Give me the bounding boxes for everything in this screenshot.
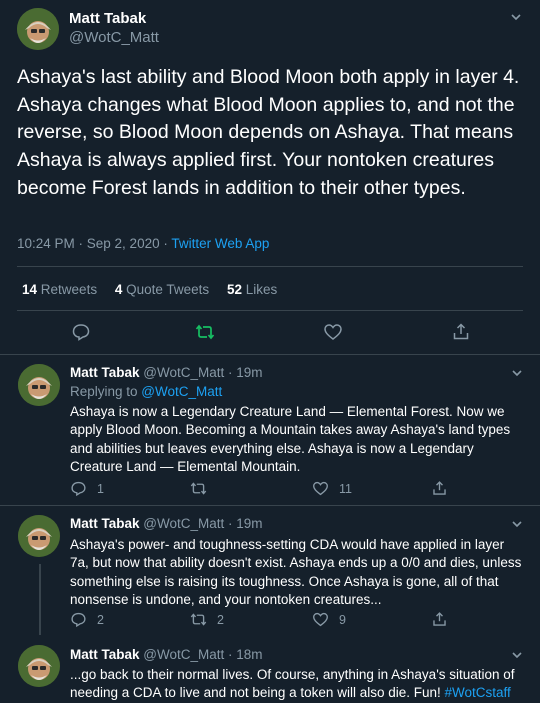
tweet-actions [0,322,540,344]
share-button[interactable] [431,480,458,497]
reply-icon [71,612,86,628]
author-handle[interactable]: @WotC_Matt [143,516,224,531]
reply-count: 1 [97,481,104,496]
like-count: 9 [339,612,346,627]
author-name[interactable]: Matt Tabak [70,365,140,380]
author-name[interactable]: Matt Tabak [69,10,146,27]
retweet-icon [190,482,207,495]
share-icon[interactable] [451,322,471,342]
tweet-age[interactable]: · 18m [224,647,263,662]
replying-to: Replying to @WotC_Matt [70,384,223,399]
author-handle[interactable]: @WotC_Matt [69,29,159,46]
reply-icon[interactable] [71,322,91,342]
author-handle[interactable]: @WotC_Matt [143,647,224,662]
tweet-source[interactable]: Twitter Web App [171,236,269,251]
chevron-down-icon[interactable] [510,648,524,662]
reply-text: Ashaya's power- and toughness-setting CD… [70,537,522,608]
hashtag-link[interactable]: #WotCstaff [445,685,511,700]
retweet-button[interactable]: 2 [190,611,224,628]
avatar[interactable] [18,364,60,406]
reply-tweet[interactable]: Matt Tabak @WotC_Matt · 18m ...go back t… [0,636,540,703]
retweets-stat[interactable]: 14 Retweets [22,282,97,297]
chevron-down-icon[interactable] [510,517,524,531]
likes-stat[interactable]: 52 Likes [227,282,277,297]
tweet-time[interactable]: 10:24 PM · Sep 2, 2020 · [17,236,171,251]
main-tweet: Matt Tabak @WotC_Matt Ashaya's last abil… [0,0,540,355]
author-handle[interactable]: @WotC_Matt [143,365,224,380]
like-icon [313,612,328,627]
reply-header: Matt Tabak @WotC_Matt · 19m [70,365,263,380]
reply-header: Matt Tabak @WotC_Matt · 19m [70,516,263,531]
tweet-age[interactable]: · 19m [224,365,263,380]
divider [17,266,523,267]
author-name[interactable]: Matt Tabak [70,647,140,662]
retweet-button[interactable] [190,480,217,497]
reply-icon [71,481,86,497]
chevron-down-icon[interactable] [509,10,523,24]
like-icon [313,481,328,496]
reply-text: ...go back to their normal lives. Of cou… [70,666,526,703]
reply-actions: 1 11 [70,480,470,498]
share-icon [433,481,446,495]
tweet-timestamp: 10:24 PM · Sep 2, 2020 · Twitter Web App [17,236,269,251]
replying-to-link[interactable]: @WotC_Matt [141,384,222,399]
reply-header: Matt Tabak @WotC_Matt · 18m [70,647,263,662]
reply-tweet[interactable]: Matt Tabak @WotC_Matt · 19m Replying to … [0,355,540,506]
reply-actions: 2 2 9 [70,611,470,629]
reply-button[interactable]: 2 [70,611,104,628]
divider [17,310,523,311]
like-icon[interactable] [323,322,343,342]
share-icon [433,612,446,626]
like-count: 11 [339,481,352,496]
reply-text: Ashaya is now a Legendary Creature Land … [70,404,511,475]
like-button[interactable]: 9 [312,611,346,628]
retweet-icon[interactable] [195,322,215,342]
tweet-age[interactable]: · 19m [224,516,263,531]
author-name[interactable]: Matt Tabak [70,516,140,531]
avatar[interactable] [17,8,59,50]
tweet-text: Ashaya's last ability and Blood Moon bot… [17,66,520,199]
avatar[interactable] [18,515,60,557]
thread-line [39,564,41,635]
like-button[interactable]: 11 [312,480,352,497]
tweet-stats: 14 Retweets 4 Quote Tweets 52 Likes [22,282,291,297]
quote-tweets-stat[interactable]: 4 Quote Tweets [115,282,209,297]
reply-button[interactable]: 1 [70,480,104,497]
retweet-icon [190,613,207,626]
share-button[interactable] [431,611,458,628]
retweet-count: 2 [217,612,224,627]
chevron-down-icon[interactable] [510,366,524,380]
reply-count: 2 [97,612,104,627]
reply-tweet[interactable]: Matt Tabak @WotC_Matt · 19m Ashaya's pow… [0,506,540,635]
avatar[interactable] [18,645,60,687]
